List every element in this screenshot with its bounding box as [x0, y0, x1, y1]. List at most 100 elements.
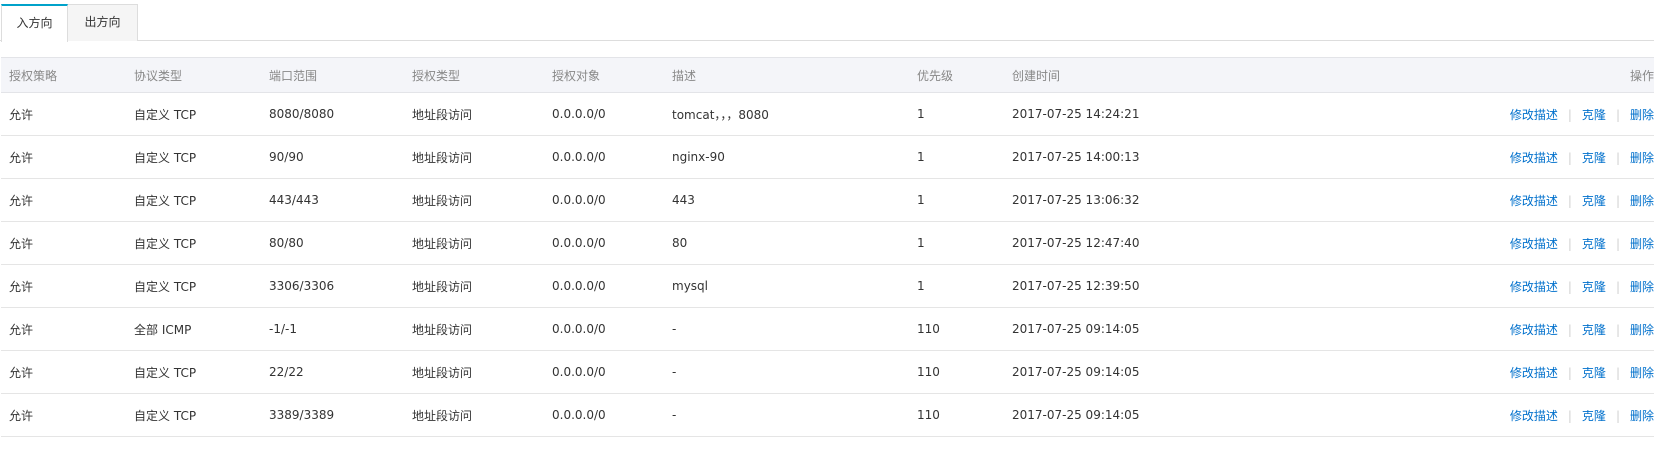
cell-auth-object: 0.0.0.0/0: [544, 393, 664, 437]
tab-outbound[interactable]: 出方向: [68, 4, 138, 41]
delete-link[interactable]: 删除: [1630, 323, 1654, 337]
cell-port-range: 22/22: [261, 350, 404, 394]
table-row: 允许 自定义 TCP 8080/8080 地址段访问 0.0.0.0/0 tomcat，，…: [1, 92, 1654, 136]
edit-description-link[interactable]: 修改描述: [1510, 194, 1558, 208]
edit-description-link[interactable]: 修改描述: [1510, 151, 1558, 165]
clone-link[interactable]: 克隆: [1582, 151, 1606, 165]
cell-created-time: 2017-07-25 13:06:32: [1004, 178, 1214, 222]
clone-link[interactable]: 克隆: [1582, 366, 1606, 380]
column-header-port-range: 端口范围: [261, 57, 404, 93]
action-separator: |: [1567, 193, 1572, 208]
row-actions: 修改描述 | 克隆 | 删除: [1214, 307, 1654, 351]
cell-created-time: 2017-07-25 14:00:13: [1004, 135, 1214, 179]
cell-port-range: 3306/3306: [261, 264, 404, 308]
column-header-policy: 授权策略: [1, 57, 126, 93]
cell-port-range: 80/80: [261, 221, 404, 265]
cell-port-range: 3389/3389: [261, 393, 404, 437]
cell-port-range: 90/90: [261, 135, 404, 179]
edit-description-link[interactable]: 修改描述: [1510, 237, 1558, 251]
cell-protocol: 全部 ICMP: [126, 307, 261, 351]
cell-auth-object: 0.0.0.0/0: [544, 135, 664, 179]
edit-description-link[interactable]: 修改描述: [1510, 366, 1558, 380]
edit-description-link[interactable]: 修改描述: [1510, 323, 1558, 337]
delete-link[interactable]: 删除: [1630, 409, 1654, 423]
table-row: 允许 自定义 TCP 90/90 地址段访问 0.0.0.0/0 nginx-90 1 201…: [1, 135, 1654, 179]
cell-auth-type: 地址段访问: [404, 393, 544, 437]
action-separator: |: [1615, 322, 1620, 337]
cell-auth-object: 0.0.0.0/0: [544, 92, 664, 136]
cell-policy: 允许: [1, 178, 126, 222]
clone-link[interactable]: 克隆: [1582, 108, 1606, 122]
cell-description: tomcat，，，8080: [664, 92, 909, 136]
action-separator: |: [1615, 365, 1620, 380]
column-header-priority: 优先级: [909, 57, 1004, 93]
cell-description: 443: [664, 178, 909, 222]
table-row: 允许 全部 ICMP -1/-1 地址段访问 0.0.0.0/0-110 2017-07-…: [1, 307, 1654, 351]
cell-auth-type: 地址段访问: [404, 350, 544, 394]
cell-protocol: 自定义 TCP: [126, 221, 261, 265]
row-actions: 修改描述 | 克隆 | 删除: [1214, 178, 1654, 222]
cell-auth-type: 地址段访问: [404, 264, 544, 308]
cell-priority: 1: [909, 178, 1004, 222]
security-rules-table-container: 授权策略 协议类型 端口范围 授权类型 授权对象 描述 优先级 创建时间 操作 …: [1, 57, 1654, 437]
cell-priority: 110: [909, 350, 1004, 394]
delete-link[interactable]: 删除: [1630, 366, 1654, 380]
cell-protocol: 自定义 TCP: [126, 178, 261, 222]
clone-link[interactable]: 克隆: [1582, 409, 1606, 423]
action-separator: |: [1567, 365, 1572, 380]
cell-auth-object: 0.0.0.0/0: [544, 264, 664, 308]
cell-description: -: [664, 393, 909, 437]
action-separator: |: [1615, 150, 1620, 165]
cell-description: nginx-90: [664, 135, 909, 179]
cell-auth-type: 地址段访问: [404, 178, 544, 222]
cell-created-time: 2017-07-25 14:24:21: [1004, 92, 1214, 136]
cell-policy: 允许: [1, 307, 126, 351]
row-actions: 修改描述 | 克隆 | 删除: [1214, 221, 1654, 265]
cell-policy: 允许: [1, 350, 126, 394]
clone-link[interactable]: 克隆: [1582, 194, 1606, 208]
clone-link[interactable]: 克隆: [1582, 237, 1606, 251]
cell-created-time: 2017-07-25 12:47:40: [1004, 221, 1214, 265]
cell-auth-object: 0.0.0.0/0: [544, 221, 664, 265]
cell-auth-type: 地址段访问: [404, 307, 544, 351]
delete-link[interactable]: 删除: [1630, 108, 1654, 122]
cell-protocol: 自定义 TCP: [126, 393, 261, 437]
action-separator: |: [1615, 193, 1620, 208]
delete-link[interactable]: 删除: [1630, 194, 1654, 208]
cell-port-range: -1/-1: [261, 307, 404, 351]
column-header-description: 描述: [664, 57, 909, 93]
cell-priority: 1: [909, 135, 1004, 179]
security-rules-table: 授权策略 协议类型 端口范围 授权类型 授权对象 描述 优先级 创建时间 操作 …: [1, 57, 1654, 437]
delete-link[interactable]: 删除: [1630, 151, 1654, 165]
table-body: 允许 自定义 TCP 8080/8080 地址段访问 0.0.0.0/0 tomcat，，…: [1, 92, 1654, 437]
table-row: 允许 自定义 TCP 3306/3306 地址段访问 0.0.0.0/0 mysql 1 20…: [1, 264, 1654, 308]
edit-description-link[interactable]: 修改描述: [1510, 108, 1558, 122]
row-actions: 修改描述 | 克隆 | 删除: [1214, 350, 1654, 394]
cell-auth-object: 0.0.0.0/0: [544, 178, 664, 222]
action-separator: |: [1615, 408, 1620, 423]
edit-description-link[interactable]: 修改描述: [1510, 409, 1558, 423]
cell-description: -: [664, 307, 909, 351]
table-header-row: 授权策略 协议类型 端口范围 授权类型 授权对象 描述 优先级 创建时间 操作: [1, 57, 1654, 93]
cell-protocol: 自定义 TCP: [126, 135, 261, 179]
cell-protocol: 自定义 TCP: [126, 264, 261, 308]
delete-link[interactable]: 删除: [1630, 237, 1654, 251]
column-header-protocol: 协议类型: [126, 57, 261, 93]
tab-inbound[interactable]: 入方向: [1, 4, 68, 42]
cell-auth-type: 地址段访问: [404, 221, 544, 265]
row-actions: 修改描述 | 克隆 | 删除: [1214, 393, 1654, 437]
direction-tabs: 入方向 出方向: [0, 0, 1654, 42]
cell-priority: 1: [909, 92, 1004, 136]
delete-link[interactable]: 删除: [1630, 280, 1654, 294]
cell-auth-object: 0.0.0.0/0: [544, 350, 664, 394]
edit-description-link[interactable]: 修改描述: [1510, 280, 1558, 294]
table-row: 允许 自定义 TCP 443/443 地址段访问 0.0.0.0/0 443 1 2017-0…: [1, 178, 1654, 222]
cell-policy: 允许: [1, 393, 126, 437]
table-row: 允许 自定义 TCP 3389/3389 地址段访问 0.0.0.0/0-110 2017…: [1, 393, 1654, 437]
cell-priority: 110: [909, 307, 1004, 351]
column-header-created-time: 创建时间: [1004, 57, 1214, 93]
clone-link[interactable]: 克隆: [1582, 280, 1606, 294]
cell-policy: 允许: [1, 221, 126, 265]
clone-link[interactable]: 克隆: [1582, 323, 1606, 337]
action-separator: |: [1567, 279, 1572, 294]
